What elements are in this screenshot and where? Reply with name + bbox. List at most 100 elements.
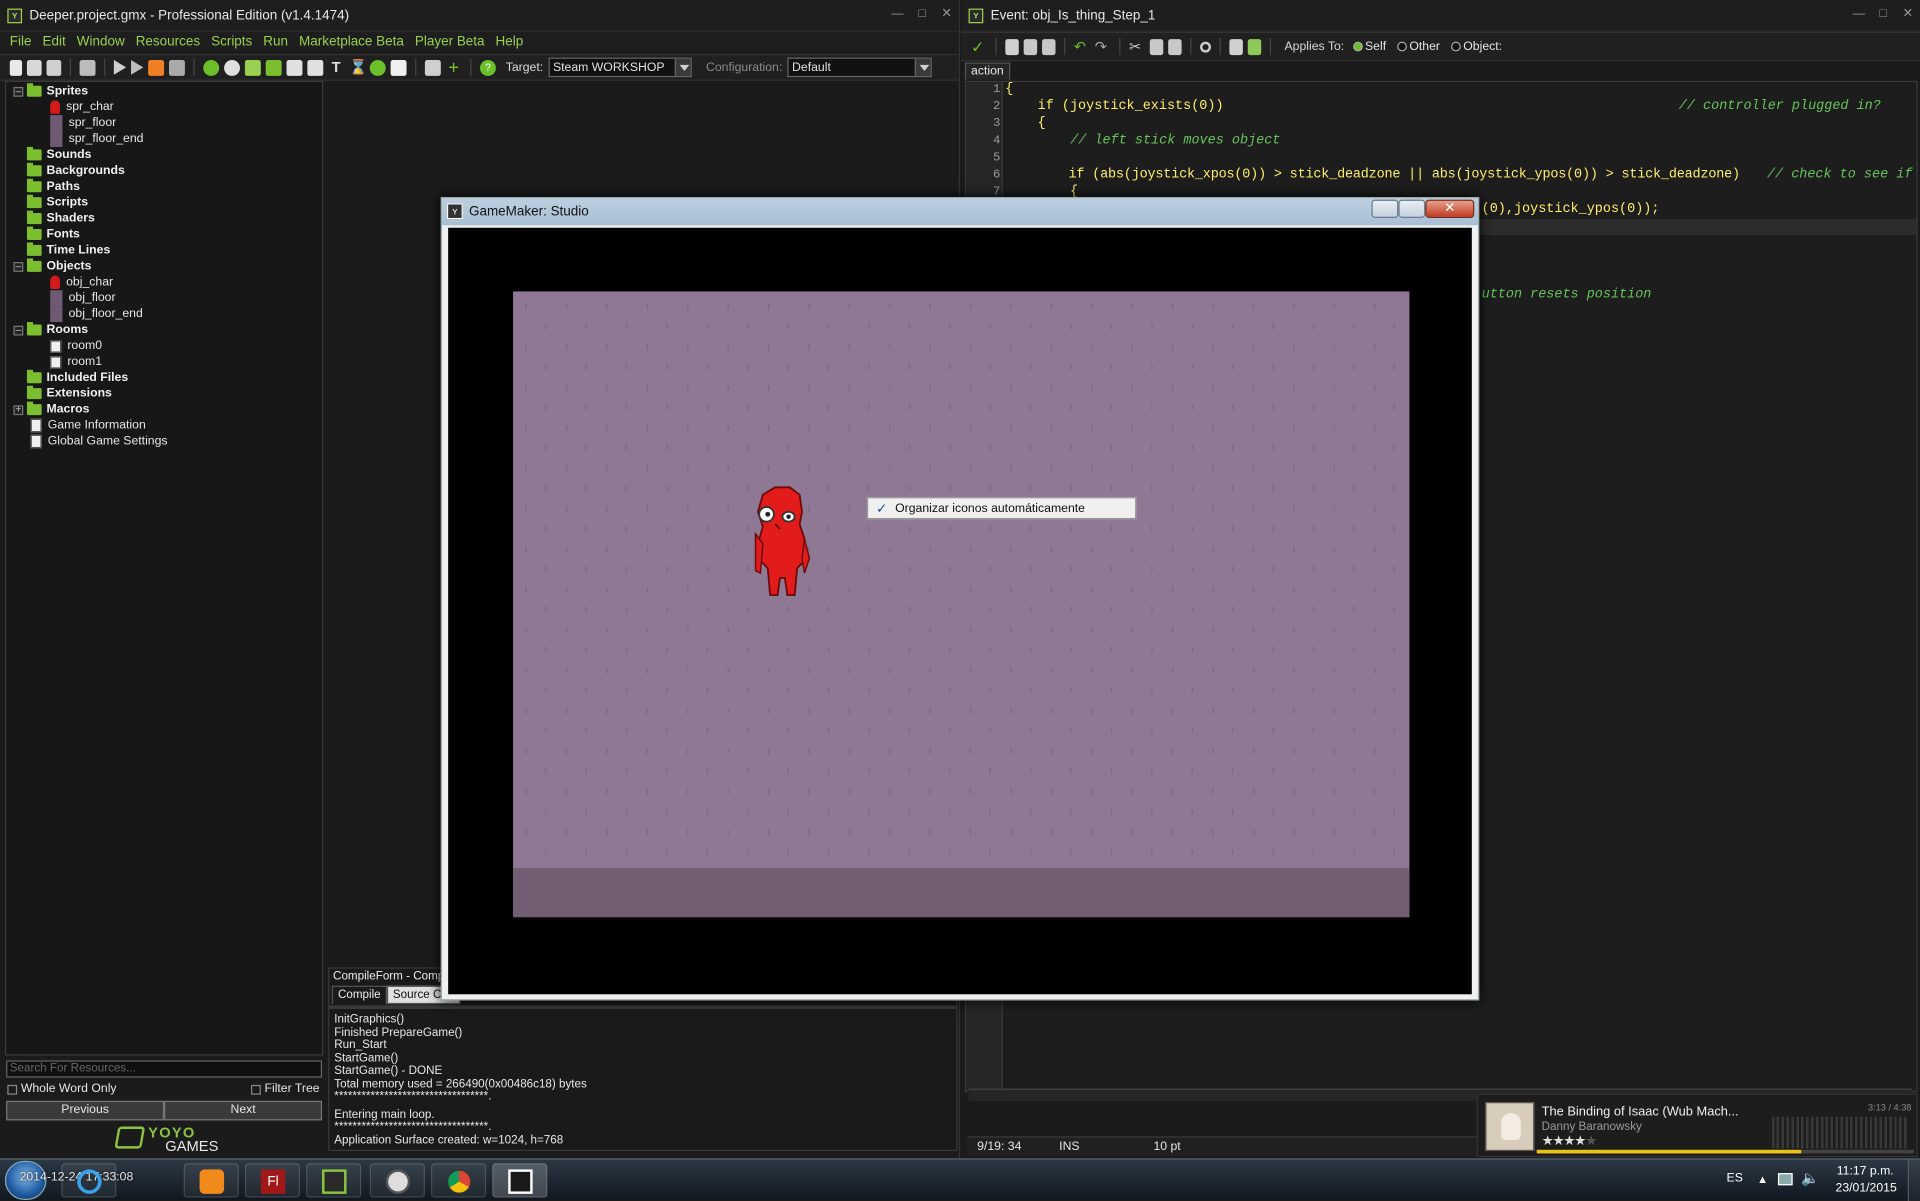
goto-icon[interactable] xyxy=(1247,38,1262,55)
clean-icon[interactable] xyxy=(168,59,185,76)
tree-node-timelines[interactable]: Time Lines xyxy=(26,242,110,258)
menu-help[interactable]: Help xyxy=(496,34,524,49)
taskbar-gamemaker[interactable] xyxy=(306,1163,362,1198)
red-character-sprite[interactable] xyxy=(751,485,815,603)
playback-progress-bar[interactable] xyxy=(1536,1149,1914,1154)
menu-marketplace[interactable]: Marketplace Beta xyxy=(299,34,404,49)
tree-node-fonts[interactable]: Fonts xyxy=(26,226,80,243)
tree-item-game-information[interactable]: Game Information xyxy=(30,418,146,434)
new-icon[interactable] xyxy=(9,59,23,76)
tree-node-backgrounds[interactable]: Backgrounds xyxy=(26,162,125,179)
menu-file[interactable]: File xyxy=(10,34,32,49)
maximize-button[interactable]: □ xyxy=(1876,7,1891,20)
tree-node-objects[interactable]: – Objects xyxy=(13,258,91,274)
expand-icon[interactable]: + xyxy=(13,404,24,415)
font-icon[interactable]: T xyxy=(328,59,344,75)
tree-item-obj-floor[interactable]: obj_floor xyxy=(50,290,116,307)
configuration-select[interactable]: Default xyxy=(787,57,932,78)
game-maximize-button[interactable] xyxy=(1398,199,1426,218)
collapse-icon[interactable]: – xyxy=(13,261,24,272)
checkmark-icon[interactable]: ✓ xyxy=(971,39,987,55)
minimize-button[interactable]: — xyxy=(1851,7,1866,20)
open-icon[interactable] xyxy=(26,59,42,76)
save-icon[interactable] xyxy=(46,59,62,76)
game-close-button[interactable]: ✕ xyxy=(1425,199,1475,218)
game-canvas[interactable]: ✓ Organizar iconos automáticamente xyxy=(448,227,1472,995)
cut-icon[interactable]: ✂ xyxy=(1129,38,1145,55)
tray-expand-icon[interactable]: ▲ xyxy=(1757,1173,1768,1185)
taskbar-media-player[interactable] xyxy=(183,1163,239,1198)
collapse-icon[interactable]: – xyxy=(13,324,24,335)
show-desktop-button[interactable] xyxy=(1907,1159,1920,1201)
script-icon[interactable] xyxy=(286,59,303,76)
menu-run[interactable]: Run xyxy=(263,34,288,49)
shader-icon[interactable] xyxy=(307,59,324,76)
whole-word-checkbox[interactable]: Whole Word Only xyxy=(7,1082,117,1096)
search-input[interactable]: Search For Resources... xyxy=(6,1060,323,1078)
tree-item-room1[interactable]: room1 xyxy=(50,354,102,370)
game-minimize-button[interactable] xyxy=(1371,199,1399,218)
close-button[interactable]: ✕ xyxy=(1900,7,1915,20)
menu-window[interactable]: Window xyxy=(77,34,125,49)
language-indicator[interactable]: ES xyxy=(1727,1172,1743,1185)
create-exe-icon[interactable] xyxy=(79,59,96,76)
object-icon[interactable] xyxy=(369,59,386,76)
close-button[interactable]: ✕ xyxy=(939,7,954,20)
timeline-icon[interactable]: ⌛ xyxy=(349,59,367,75)
undo-icon[interactable]: ↶ xyxy=(1074,38,1090,55)
star-empty-icon[interactable]: ★ xyxy=(1585,1134,1597,1149)
star-icon[interactable]: ★ xyxy=(1542,1134,1554,1149)
redo-icon[interactable]: ↷ xyxy=(1095,38,1111,55)
tree-item-obj-char[interactable]: obj_char xyxy=(50,274,113,290)
context-menu-item-arrange-icons[interactable]: ✓ Organizar iconos automáticamente xyxy=(866,497,1137,520)
taskbar-flash[interactable]: Fl xyxy=(244,1163,301,1198)
menu-resources[interactable]: Resources xyxy=(136,34,200,49)
clock-date[interactable]: 23/01/2015 xyxy=(1836,1182,1897,1195)
tree-item-room0[interactable]: room0 xyxy=(50,338,102,354)
next-button[interactable]: Next xyxy=(164,1100,323,1121)
tree-item-obj-floor-end[interactable]: obj_floor_end xyxy=(50,306,143,323)
radio-object[interactable]: Object: xyxy=(1451,40,1502,53)
sound-icon[interactable] xyxy=(224,59,241,76)
rating-stars[interactable]: ★★★★★ xyxy=(1542,1133,1598,1149)
copy-icon[interactable] xyxy=(1149,38,1164,55)
taskbar-chrome[interactable] xyxy=(431,1163,487,1198)
tree-item-spr-char[interactable]: spr_char xyxy=(50,99,114,115)
tab-compile[interactable]: Compile xyxy=(331,985,387,1005)
menu-player[interactable]: Player Beta xyxy=(415,34,485,49)
tree-node-shaders[interactable]: Shaders xyxy=(26,210,95,227)
star-icon[interactable]: ★ xyxy=(1563,1134,1575,1149)
maximize-button[interactable]: □ xyxy=(915,7,930,20)
tree-item-global-settings[interactable]: Global Game Settings xyxy=(30,433,168,449)
open-icon[interactable] xyxy=(1005,38,1019,55)
clock-time[interactable]: 11:17 p.m. xyxy=(1837,1164,1894,1177)
menu-edit[interactable]: Edit xyxy=(43,34,66,49)
tree-node-sprites[interactable]: – Sprites xyxy=(13,83,88,99)
debug-icon[interactable] xyxy=(131,60,144,75)
background-icon[interactable] xyxy=(244,59,261,76)
previous-button[interactable]: Previous xyxy=(6,1100,165,1121)
media-player-widget[interactable]: The Binding of Isaac (Wub Mach... Danny … xyxy=(1476,1093,1918,1158)
stop-icon[interactable] xyxy=(148,59,165,76)
print-icon[interactable] xyxy=(1042,38,1056,55)
path-icon[interactable] xyxy=(265,59,282,76)
taskbar-gamemaker-runner[interactable] xyxy=(492,1163,548,1198)
collapse-icon[interactable]: – xyxy=(13,86,24,97)
radio-other[interactable]: Other xyxy=(1397,40,1440,53)
taskbar-steam[interactable] xyxy=(369,1163,425,1198)
radio-self[interactable]: Self xyxy=(1352,40,1386,53)
taskbar-internet-explorer[interactable] xyxy=(61,1163,117,1198)
chevron-down-icon[interactable] xyxy=(674,58,691,76)
target-select[interactable]: Steam WORKSHOP xyxy=(548,57,692,78)
volume-icon[interactable]: 🔈 xyxy=(1801,1169,1819,1186)
tree-node-macros[interactable]: + Macros xyxy=(13,401,89,418)
menu-scripts[interactable]: Scripts xyxy=(211,34,252,49)
game-settings-icon[interactable] xyxy=(424,59,441,76)
extension-icon[interactable]: + xyxy=(446,58,462,76)
tree-node-extensions[interactable]: Extensions xyxy=(26,385,112,402)
help-icon[interactable]: ? xyxy=(480,59,496,76)
star-icon[interactable]: ★ xyxy=(1553,1134,1565,1149)
tree-node-sounds[interactable]: Sounds xyxy=(26,146,91,163)
snippets-icon[interactable] xyxy=(1229,38,1243,55)
tree-node-scripts[interactable]: Scripts xyxy=(26,194,88,211)
